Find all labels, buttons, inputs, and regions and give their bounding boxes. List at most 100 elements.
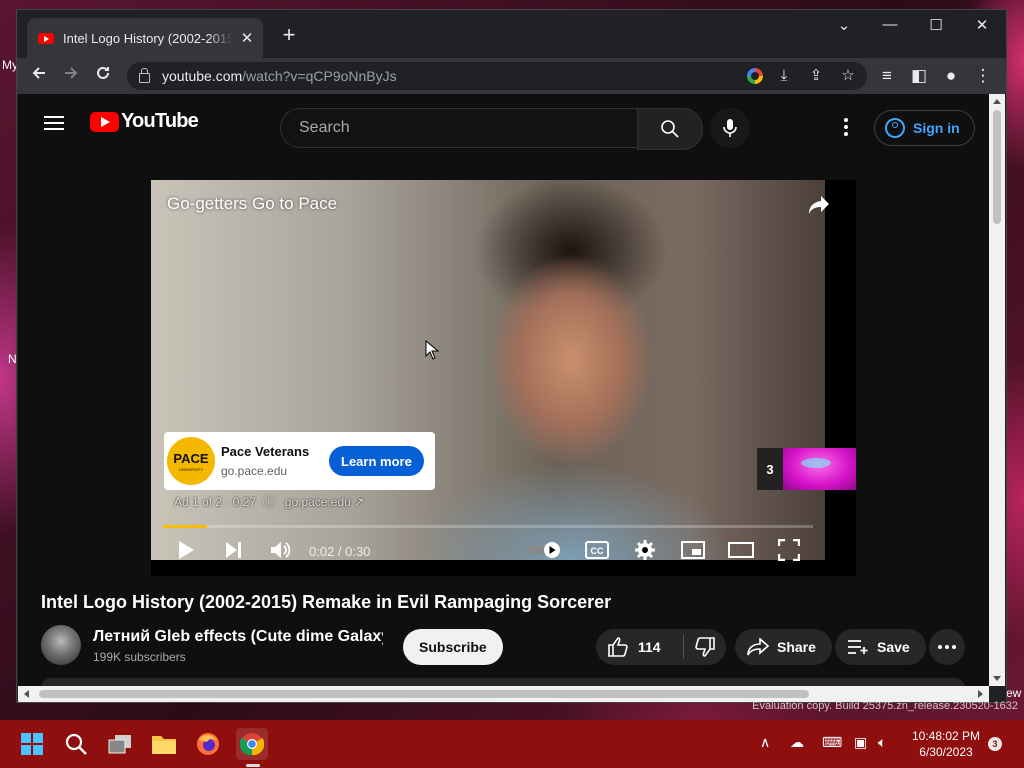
save-button[interactable]: Save — [835, 629, 926, 665]
bookmark-star-icon[interactable]: ☆ — [837, 65, 859, 87]
scrollbar-thumb[interactable] — [39, 690, 809, 698]
chrome-taskbar-button[interactable] — [236, 728, 268, 760]
next-video-thumbnail — [783, 448, 856, 490]
channel-avatar[interactable] — [41, 625, 81, 665]
share-icon[interactable]: ⇪ — [805, 65, 827, 87]
search-input[interactable] — [297, 118, 621, 138]
search-button[interactable] — [637, 108, 703, 150]
show-hidden-icons-chevron-up-icon[interactable]: ∧ — [760, 734, 770, 751]
hamburger-menu-icon[interactable] — [42, 112, 66, 132]
sign-in-button[interactable]: Sign in — [874, 110, 975, 146]
next-button[interactable] — [221, 536, 247, 564]
file-explorer-button[interactable] — [148, 728, 180, 760]
address-bar[interactable]: youtube.com/watch?v=qCP9oNnByJs ⤓ ⇪ ☆ — [127, 62, 867, 90]
skip-ad-preview[interactable]: 3 — [757, 448, 856, 490]
fullscreen-button[interactable] — [775, 536, 803, 564]
miniplayer-icon — [681, 541, 705, 559]
like-button[interactable]: 114 — [596, 637, 683, 657]
new-tab-button[interactable]: + — [277, 22, 301, 48]
share-button[interactable]: Share — [735, 629, 832, 665]
fullscreen-icon — [778, 539, 800, 561]
keyboard-icon[interactable]: ⌨ — [822, 734, 842, 751]
reload-button[interactable] — [91, 64, 115, 88]
scroll-up-icon[interactable] — [993, 99, 1001, 104]
subscriber-count: 199K subscribers — [93, 650, 186, 664]
learn-more-button[interactable]: Learn more — [329, 446, 424, 476]
taskbar-search-button[interactable] — [60, 728, 92, 760]
scroll-left-icon[interactable] — [24, 690, 29, 698]
clock-date: 6/30/2023 — [919, 745, 973, 759]
search-box — [280, 108, 638, 148]
captions-button[interactable]: CC — [583, 536, 611, 564]
settings-kebab-icon[interactable] — [836, 114, 856, 140]
account-icon — [885, 118, 905, 138]
lock-icon[interactable] — [139, 68, 150, 83]
system-clock[interactable]: 10:48:02 PM 6/30/2023 — [906, 728, 986, 760]
microphone-icon — [723, 119, 737, 137]
firefox-button[interactable] — [192, 728, 224, 760]
chrome-menu-icon[interactable]: ⋮ — [971, 64, 995, 88]
back-button[interactable] — [27, 64, 51, 88]
info-icon[interactable]: ⓘ — [259, 495, 281, 509]
volume-icon[interactable]: 🔈︎ — [878, 734, 886, 751]
google-lens-icon[interactable] — [747, 68, 763, 84]
share-arrow-icon[interactable] — [807, 194, 831, 216]
ad-card[interactable]: PACE UNIVERSITY Pace Veterans go.pace.ed… — [164, 432, 435, 490]
youtube-header: YouTube Sign in — [18, 94, 990, 150]
cloud-offline-icon[interactable]: ☁ — [790, 734, 804, 751]
scrollbar-thumb[interactable] — [993, 110, 1001, 224]
install-icon[interactable]: ⤓ — [773, 65, 795, 87]
dislike-button[interactable] — [684, 637, 726, 657]
profile-icon[interactable]: ● — [939, 64, 963, 88]
ad-headline[interactable]: Go-getters Go to Pace — [167, 194, 337, 214]
ad-domain[interactable]: go.pace.edu — [221, 464, 325, 478]
browser-tab[interactable]: Intel Logo History (2002-2015) Remake in… — [27, 18, 263, 58]
autoplay-toggle[interactable] — [527, 536, 563, 564]
tab-close-icon[interactable]: ✕ — [239, 29, 255, 47]
network-icon[interactable]: ▣ — [854, 734, 867, 751]
vertical-scrollbar[interactable] — [989, 94, 1005, 686]
ad-info-link[interactable]: go.pace.edu — [285, 495, 351, 509]
browser-toolbar: youtube.com/watch?v=qCP9oNnByJs ⤓ ⇪ ☆ ≡ … — [17, 58, 1006, 94]
scroll-right-icon[interactable] — [978, 690, 983, 698]
sign-in-label: Sign in — [913, 120, 960, 136]
start-button[interactable] — [16, 728, 48, 760]
skip-countdown: 3 — [766, 461, 774, 477]
side-panel-icon[interactable]: ◧ — [907, 64, 931, 88]
close-window-button[interactable]: ✕ — [967, 16, 997, 34]
theater-mode-button[interactable] — [727, 536, 755, 564]
play-icon — [179, 541, 194, 559]
progress-bar[interactable] — [163, 525, 813, 528]
desktop-icon-label[interactable]: My — [2, 58, 18, 72]
more-actions-button[interactable] — [929, 629, 965, 665]
video-player[interactable]: Go-getters Go to Pace PACE UNIVERSITY Pa… — [151, 180, 856, 576]
forward-button[interactable] — [59, 64, 83, 88]
scroll-down-icon[interactable] — [993, 676, 1001, 681]
youtube-logo[interactable]: YouTube — [90, 110, 199, 133]
autoplay-icon — [529, 542, 560, 558]
miniplayer-button[interactable] — [679, 536, 707, 564]
play-button[interactable] — [173, 536, 199, 564]
settings-button[interactable] — [631, 536, 659, 564]
task-view-icon — [108, 735, 131, 754]
pace-logo[interactable]: PACE UNIVERSITY — [167, 437, 215, 485]
active-app-indicator — [246, 764, 260, 767]
maximize-button[interactable]: ☐ — [921, 16, 951, 34]
reading-list-icon[interactable]: ≡ — [875, 64, 899, 88]
reload-icon — [97, 66, 109, 79]
voice-search-button[interactable] — [710, 108, 750, 148]
tab-search-button[interactable]: ⌄ — [829, 16, 859, 34]
channel-name[interactable]: Летний Gleb effects (Cute dime Galaxy... — [93, 628, 383, 646]
url-text[interactable]: youtube.com/watch?v=qCP9oNnByJs — [162, 68, 397, 84]
desktop-icon-label[interactable]: N — [8, 352, 17, 366]
video-title: Intel Logo History (2002-2015) Remake in… — [41, 592, 612, 612]
desktop-icon-label[interactable]: ew — [1006, 686, 1021, 700]
mute-button[interactable] — [267, 536, 295, 564]
ad-advertiser[interactable]: Pace Veterans — [221, 444, 325, 459]
minimize-button[interactable]: — — [875, 16, 905, 33]
task-view-button[interactable] — [104, 728, 136, 760]
subscribe-button[interactable]: Subscribe — [403, 629, 503, 665]
theater-icon — [728, 542, 754, 558]
description-box[interactable] — [41, 678, 965, 686]
notification-badge[interactable]: 3 — [988, 737, 1002, 751]
